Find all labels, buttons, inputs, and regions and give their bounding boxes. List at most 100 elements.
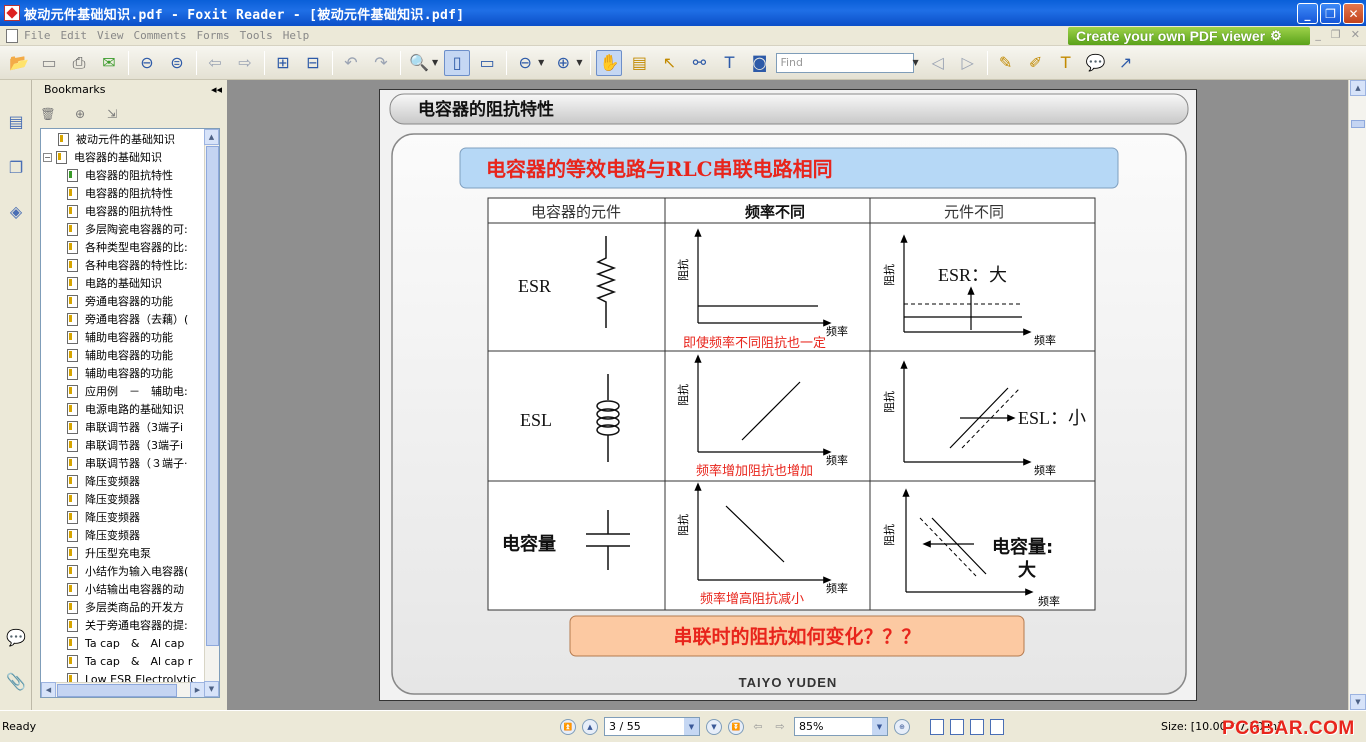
- bookmark-item[interactable]: 串联调节器（3端子i: [67, 418, 183, 436]
- arrow-icon[interactable]: ↗: [1113, 50, 1139, 76]
- bookmark-item[interactable]: 串联调节器（３端子·: [67, 454, 188, 472]
- bookmark-item[interactable]: 旁通电容器的功能: [67, 292, 173, 310]
- fit-page-icon[interactable]: ▯: [444, 49, 471, 76]
- bookmark-item[interactable]: 关于旁通电容器的提:: [67, 616, 188, 634]
- menu-tools[interactable]: Tools: [240, 29, 273, 42]
- bookmark-item[interactable]: 降压变频器: [67, 490, 140, 508]
- page-number-input[interactable]: 3 / 55 ▼: [604, 717, 700, 736]
- snapshot-icon[interactable]: ◙: [746, 50, 772, 76]
- layers-panel-icon[interactable]: ◈: [6, 200, 26, 222]
- next-page-status-icon[interactable]: ▼: [706, 718, 722, 735]
- undo-icon[interactable]: ↶: [338, 50, 364, 76]
- document-scrollbar[interactable]: ▲ ▼: [1348, 80, 1366, 710]
- document-viewport[interactable]: 电容器的阻抗特性 电容器的等效电路与RLC串联电路相同 电容器的元件 频率不同: [227, 80, 1348, 710]
- zoom-dropdown-arrow-icon[interactable]: ▼: [872, 718, 887, 735]
- scroll-right-icon[interactable]: ▶: [190, 682, 205, 697]
- zoom-step-icon[interactable]: ⊕: [894, 718, 910, 735]
- extract-page-icon[interactable]: ⊟: [300, 50, 326, 76]
- attachments-panel-icon[interactable]: 📎: [6, 670, 26, 692]
- restore-button[interactable]: ❐: [1320, 3, 1341, 24]
- bookmark-item[interactable]: 升压型充电泵: [67, 544, 151, 562]
- bookmark-item[interactable]: 电容器的阻抗特性: [67, 202, 173, 220]
- zoom-dropdown-icon[interactable]: ▼: [432, 58, 438, 67]
- back-icon[interactable]: ⇦: [202, 50, 228, 76]
- bookmark-item[interactable]: 各种电容器的特性比:: [67, 256, 188, 274]
- go-back-icon[interactable]: ⇦: [750, 719, 766, 735]
- single-page-view-icon[interactable]: [930, 718, 944, 735]
- insert-page-icon[interactable]: ⊞: [270, 50, 296, 76]
- delete-bookmark-icon[interactable]: 🗑: [40, 106, 56, 122]
- bookmark-item[interactable]: 降压变频器: [67, 472, 140, 490]
- bookmark-item[interactable]: − 电容器的基础知识: [43, 148, 162, 166]
- bookmark-item[interactable]: Ta cap & Al cap r: [67, 652, 192, 670]
- bookmark-scroll-thumb[interactable]: [206, 146, 219, 646]
- binoculars-icon[interactable]: ⚯: [686, 50, 712, 76]
- last-page-icon[interactable]: ⏬: [728, 718, 744, 735]
- doc-close-icon[interactable]: ✕: [1351, 28, 1360, 41]
- hand-tool-icon[interactable]: ✋: [596, 49, 623, 76]
- doc-scroll-down-icon[interactable]: ▼: [1350, 694, 1366, 710]
- bookmark-item[interactable]: 辅助电容器的功能: [67, 328, 173, 346]
- menu-help[interactable]: Help: [283, 29, 310, 42]
- bookmark-item[interactable]: 多层陶瓷电容器的可:: [67, 220, 188, 238]
- doc-scroll-thumb[interactable]: [1351, 120, 1365, 128]
- go-forward-icon[interactable]: ⇨: [772, 719, 788, 735]
- collapse-pane-icon[interactable]: ◂◂: [211, 83, 222, 96]
- zoom-level-input[interactable]: 85% ▼: [794, 717, 888, 736]
- bookmark-item[interactable]: 电源电路的基础知识: [67, 400, 184, 418]
- bookmark-item[interactable]: 各种类型电容器的比:: [67, 238, 188, 256]
- bookmark-item[interactable]: 降压变频器: [67, 508, 140, 526]
- prev-page-status-icon[interactable]: ▲: [582, 718, 598, 735]
- scroll-down-icon[interactable]: ▼: [204, 681, 219, 697]
- zoom-in-icon[interactable]: 🔍: [406, 50, 432, 76]
- zoom-out-dropdown-icon[interactable]: ▼: [538, 58, 544, 67]
- foxit-app-icon[interactable]: [4, 5, 20, 21]
- find-next-icon[interactable]: ▷: [955, 50, 981, 76]
- bookmark-item[interactable]: 旁通电容器（去藕）(: [67, 310, 188, 328]
- add-bookmark-icon[interactable]: ⊕: [72, 106, 88, 122]
- print-icon[interactable]: ⎙: [66, 50, 92, 76]
- menu-comments[interactable]: Comments: [134, 29, 187, 42]
- bookmark-item[interactable]: 降压变频器: [67, 526, 140, 544]
- bookmark-item[interactable]: 多层类商品的开发方: [67, 598, 184, 616]
- doc-minimize-icon[interactable]: _: [1315, 28, 1321, 41]
- bookmark-item[interactable]: 辅助电容器的功能: [67, 346, 173, 364]
- bookmark-item[interactable]: 电容器的阻抗特性: [67, 184, 173, 202]
- menu-file[interactable]: File: [24, 29, 51, 42]
- menu-view[interactable]: View: [97, 29, 124, 42]
- bookmark-item[interactable]: 辅助电容器的功能: [67, 364, 173, 382]
- bookmark-scrollbar[interactable]: ▲ ▼: [204, 129, 219, 697]
- forward-icon[interactable]: ⇨: [232, 50, 258, 76]
- email-icon[interactable]: ✉: [96, 50, 122, 76]
- bookmarks-panel-icon[interactable]: ▤: [6, 110, 26, 132]
- bookmark-item[interactable]: 小结作为输入电容器(: [67, 562, 188, 580]
- comments-panel-icon[interactable]: 💬: [6, 626, 26, 648]
- doc-scroll-up-icon[interactable]: ▲: [1350, 80, 1366, 96]
- highlight-icon[interactable]: T: [1053, 50, 1079, 76]
- menu-forms[interactable]: Forms: [196, 29, 229, 42]
- comment-icon[interactable]: 💬: [1083, 50, 1109, 76]
- next-page-icon[interactable]: ⊜: [164, 50, 190, 76]
- bookmark-hscroll-thumb[interactable]: [57, 684, 177, 697]
- prev-page-icon[interactable]: ⊖: [134, 50, 160, 76]
- zoom-out-icon[interactable]: ⊖: [512, 50, 538, 76]
- collapse-icon[interactable]: −: [43, 152, 52, 162]
- save-icon[interactable]: ▭: [36, 50, 62, 76]
- bookmark-hscrollbar[interactable]: ◀ ▶: [41, 682, 205, 697]
- zoom-plus-icon[interactable]: ⊕: [550, 50, 576, 76]
- text-select-icon[interactable]: ▤: [626, 50, 652, 76]
- facing-view-icon[interactable]: [970, 718, 984, 735]
- doc-restore-icon[interactable]: ❐: [1331, 28, 1341, 41]
- find-dropdown-icon[interactable]: ▼: [912, 58, 918, 67]
- zoom-plus-dropdown-icon[interactable]: ▼: [576, 58, 582, 67]
- bookmark-item[interactable]: 电路的基础知识: [67, 274, 162, 292]
- redo-icon[interactable]: ↷: [368, 50, 394, 76]
- note-icon[interactable]: ✐: [1023, 50, 1049, 76]
- select-icon[interactable]: ↖: [656, 50, 682, 76]
- scroll-left-icon[interactable]: ◀: [41, 682, 56, 697]
- bookmark-item[interactable]: Ta cap & Al cap: [67, 634, 184, 652]
- bookmark-item[interactable]: 小结输出电容器的动: [67, 580, 184, 598]
- find-prev-icon[interactable]: ◁: [925, 50, 951, 76]
- typewriter-icon[interactable]: T: [716, 50, 742, 76]
- document-icon[interactable]: [6, 28, 18, 43]
